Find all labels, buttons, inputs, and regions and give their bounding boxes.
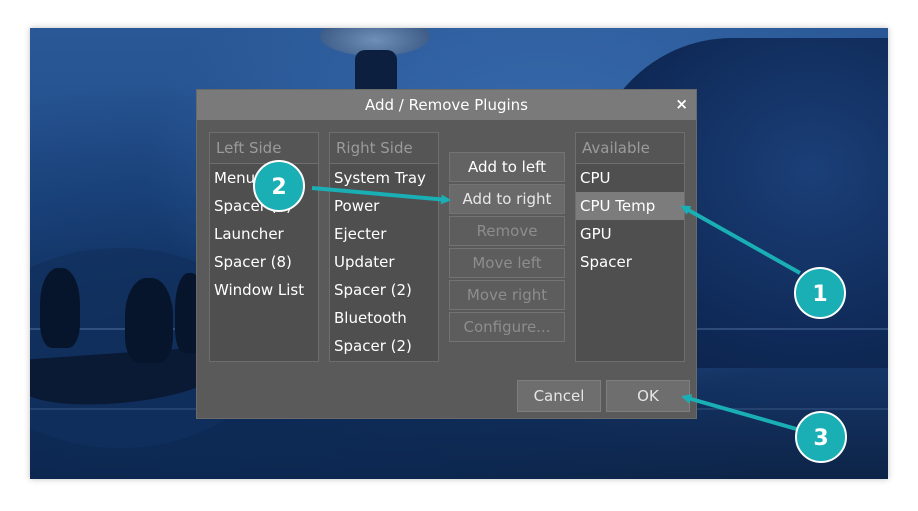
wallpaper-bird xyxy=(40,268,80,348)
add-remove-plugins-dialog: Add / Remove Plugins × Left Side Menu Sp… xyxy=(196,89,697,419)
available-list[interactable]: Available CPU CPU Temp GPU Spacer xyxy=(575,132,685,362)
left-side-list[interactable]: Left Side Menu Spacer (4) Launcher Space… xyxy=(209,132,319,362)
move-right-button[interactable]: Move right xyxy=(449,280,565,310)
add-to-left-button[interactable]: Add to left xyxy=(449,152,565,182)
remove-button[interactable]: Remove xyxy=(449,216,565,246)
ok-button[interactable]: OK xyxy=(606,380,690,412)
wallpaper-fisherman xyxy=(355,50,397,92)
available-item[interactable]: CPU xyxy=(576,164,684,192)
left-side-header: Left Side xyxy=(210,133,318,164)
left-side-item[interactable]: Launcher xyxy=(210,220,318,248)
right-side-item[interactable]: System Tray xyxy=(330,164,438,192)
add-to-right-button[interactable]: Add to right xyxy=(449,184,565,214)
available-item[interactable]: GPU xyxy=(576,220,684,248)
left-side-item[interactable]: Spacer (4) xyxy=(210,192,318,220)
available-header: Available xyxy=(576,133,684,164)
left-side-item[interactable]: Window List xyxy=(210,276,318,304)
right-side-header: Right Side xyxy=(330,133,438,164)
right-side-item[interactable]: Spacer (2) xyxy=(330,332,438,360)
right-side-item[interactable]: Ejecter xyxy=(330,220,438,248)
right-side-list[interactable]: Right Side System Tray Power Ejecter Upd… xyxy=(329,132,439,362)
right-side-item[interactable]: Power xyxy=(330,192,438,220)
right-side-item[interactable]: Updater xyxy=(330,248,438,276)
dialog-titlebar[interactable]: Add / Remove Plugins × xyxy=(197,90,696,120)
move-left-button[interactable]: Move left xyxy=(449,248,565,278)
available-item-selected[interactable]: CPU Temp xyxy=(576,192,684,220)
cancel-button[interactable]: Cancel xyxy=(517,380,601,412)
close-icon[interactable]: × xyxy=(675,95,688,113)
available-item[interactable]: Spacer xyxy=(576,248,684,276)
dialog-title: Add / Remove Plugins xyxy=(364,96,528,114)
left-side-item[interactable]: Menu xyxy=(210,164,318,192)
wallpaper-bird xyxy=(125,278,173,363)
right-side-item[interactable]: Bluetooth xyxy=(330,304,438,332)
configure-button[interactable]: Configure... xyxy=(449,312,565,342)
right-side-item[interactable]: Spacer (2) xyxy=(330,276,438,304)
left-side-item[interactable]: Spacer (8) xyxy=(210,248,318,276)
